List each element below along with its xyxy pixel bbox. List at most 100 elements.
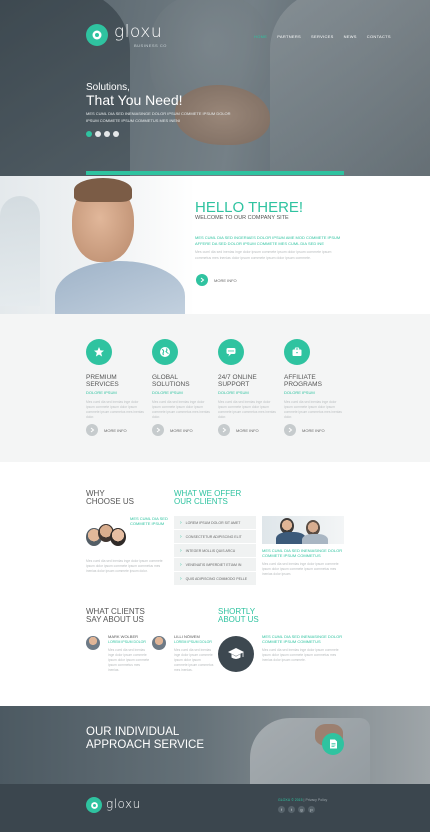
service-more-button[interactable]: [152, 424, 164, 436]
privacy-policy-link[interactable]: Privacy Policy: [305, 798, 327, 802]
nav-item-services[interactable]: SERVICES: [311, 34, 334, 39]
hero-overlay: [0, 0, 430, 176]
service-more-link[interactable]: MORE INFO: [236, 428, 259, 433]
approach-section: [0, 706, 430, 784]
approach-overlay: [0, 706, 430, 784]
slider-dots: [86, 131, 119, 137]
service-title: PREMIUM SERVICES: [86, 374, 119, 388]
service-more-button[interactable]: [284, 424, 296, 436]
logo-text[interactable]: gloxu: [114, 22, 162, 42]
chevron-right-icon: ›: [180, 519, 182, 526]
service-subtitle: DOLORE IPSUM: [86, 390, 117, 395]
shortly-accent-text: MES CUML DIA SED INENIASINGE DOLOR COMME…: [262, 634, 343, 644]
offer-side-accent: MES CUML DIA SED INENIASINGE DOLOR COMME…: [262, 548, 343, 558]
arrow-right-icon: [200, 277, 205, 283]
hero-section: [0, 0, 430, 176]
shortly-title: SHORTLY ABOUT US: [218, 607, 259, 624]
nav-item-home[interactable]: HOME: [254, 34, 267, 39]
testimonial-name: MARK WOLBER: [108, 634, 139, 639]
pinterest-icon[interactable]: p: [308, 806, 315, 813]
slider-dot[interactable]: [95, 131, 101, 137]
why-accent-text: MES CUML DIA SED COMMETE IPSUM: [130, 516, 168, 526]
briefcase-icon: [292, 347, 302, 356]
team-photo: [86, 522, 126, 554]
nav-item-contacts[interactable]: CONTACTS: [367, 34, 391, 39]
office-photo: [262, 516, 344, 544]
offer-title: WHAT WE OFFER OUR CLIENTS: [174, 489, 242, 506]
service-text: Mes cuml dia sed inenias inge dolor ipsu…: [86, 400, 144, 419]
service-title: 24/7 ONLINE SUPPORT: [218, 374, 257, 388]
arrow-right-icon: [222, 427, 227, 433]
arrow-right-icon: [156, 427, 161, 433]
twitter-icon[interactable]: t: [288, 806, 295, 813]
footer-logo-text[interactable]: gloxu: [106, 797, 141, 811]
document-icon: [329, 739, 337, 749]
testimonial-role: LOREM IPSUM DOLOR: [108, 640, 146, 644]
page: gloxu BUSINESS CO HOME PARTNERS SERVICES…: [0, 0, 430, 832]
chevron-right-icon: ›: [180, 561, 182, 568]
offer-item[interactable]: › INTEGER MOLLIS QUIS ARCU: [174, 544, 256, 557]
service-icon: [86, 339, 112, 365]
service-title: GLOBAL SOLUTIONS: [152, 374, 190, 388]
service-more-button[interactable]: [86, 424, 98, 436]
chevron-right-icon: ›: [180, 575, 182, 582]
hero-accent-bar: [86, 171, 344, 175]
globe-icon: [90, 801, 98, 809]
service-more-link[interactable]: MORE INFO: [104, 428, 127, 433]
globe-icon: [92, 30, 102, 40]
chevron-right-icon: ›: [180, 547, 182, 554]
offer-item[interactable]: › LOREM IPSUM DOLOR SIT AMET: [174, 516, 256, 529]
footer-logo-icon[interactable]: [86, 797, 102, 813]
why-title: WHY CHOOSE US: [86, 489, 135, 506]
offer-item[interactable]: › CONSECTETUR ADIPISCING ELIT: [174, 530, 256, 543]
hero-title: That You Need!: [86, 92, 183, 108]
service-more-button[interactable]: [218, 424, 230, 436]
service-text: Mes cuml dia sed inenias inge dolor ipsu…: [218, 400, 276, 419]
nav-item-partners[interactable]: PARTNERS: [277, 34, 301, 39]
hello-title: HELLO THERE!: [195, 199, 304, 216]
google-plus-icon[interactable]: g: [298, 806, 305, 813]
service-subtitle: DOLORE IPSUM: [218, 390, 249, 395]
chat-icon: [226, 348, 236, 357]
graduation-badge: [218, 636, 254, 672]
hello-body-text: Mes cuml dia sed inenias inge dolor ipsu…: [195, 250, 332, 260]
slider-dot[interactable]: [113, 131, 119, 137]
graduation-cap-icon: [228, 648, 244, 659]
star-icon: [94, 347, 104, 357]
footer-copyright: GLOXU © 2015 | Privacy Policy: [278, 798, 328, 802]
service-text: Mes cuml dia sed inenias inge dolor ipsu…: [152, 400, 210, 419]
facebook-icon[interactable]: f: [278, 806, 285, 813]
offer-side-text: Mes cuml dia sed inenias inge dolor ipsu…: [262, 562, 339, 576]
avatar: [152, 636, 166, 650]
document-button[interactable]: [322, 733, 344, 755]
testimonial-role: LOREM IPSUM DOLOR: [174, 640, 212, 644]
arrow-right-icon: [288, 427, 293, 433]
service-more-link[interactable]: MORE INFO: [170, 428, 193, 433]
hello-accent-text: MES CUML DIA SED INGERIAES DOLOR IPSUM A…: [195, 235, 341, 246]
globe-icon: [160, 347, 170, 357]
shortly-body-text: Mes cuml dia sed inenias inge dolor ipsu…: [262, 648, 339, 662]
service-more-link[interactable]: MORE INFO: [302, 428, 325, 433]
logo-tagline: BUSINESS CO: [134, 43, 167, 48]
service-icon: [218, 339, 244, 365]
slider-dot[interactable]: [104, 131, 110, 137]
more-info-link[interactable]: MORE INFO: [214, 278, 237, 283]
nav-item-news[interactable]: NEWS: [344, 34, 357, 39]
hero-text: MES CUML DIA SED INENIASINGE DOLOR IPSUM…: [86, 111, 231, 123]
testimonial-text: Mes cuml dia sed inenias inge dolor ipsu…: [108, 648, 150, 672]
service-subtitle: DOLORE IPSUM: [284, 390, 315, 395]
offer-item[interactable]: › VENENATIS IMPERDIET ETIAM IN: [174, 558, 256, 571]
testimonial-name: LILLI NÖWEM: [174, 634, 200, 639]
why-body-text: Mes cuml dia sed inenias inge dolor ipsu…: [86, 559, 163, 573]
businessman-photo: [0, 176, 195, 314]
service-icon: [284, 339, 310, 365]
avatar: [86, 636, 100, 650]
hello-subtitle: WELCOME TO OUR COMPANY SITE: [195, 215, 289, 221]
slider-dot[interactable]: [86, 131, 92, 137]
offer-item[interactable]: › QUIS ADIPISCING COMMODO PELLE: [174, 572, 256, 585]
services-section: [0, 314, 430, 462]
offer-list: › LOREM IPSUM DOLOR SIT AMET › CONSECTETUR…: [174, 516, 256, 586]
logo-icon[interactable]: [86, 24, 108, 46]
clients-title: WHAT CLIENTS SAY ABOUT US: [86, 607, 145, 624]
more-info-button[interactable]: [196, 274, 208, 286]
